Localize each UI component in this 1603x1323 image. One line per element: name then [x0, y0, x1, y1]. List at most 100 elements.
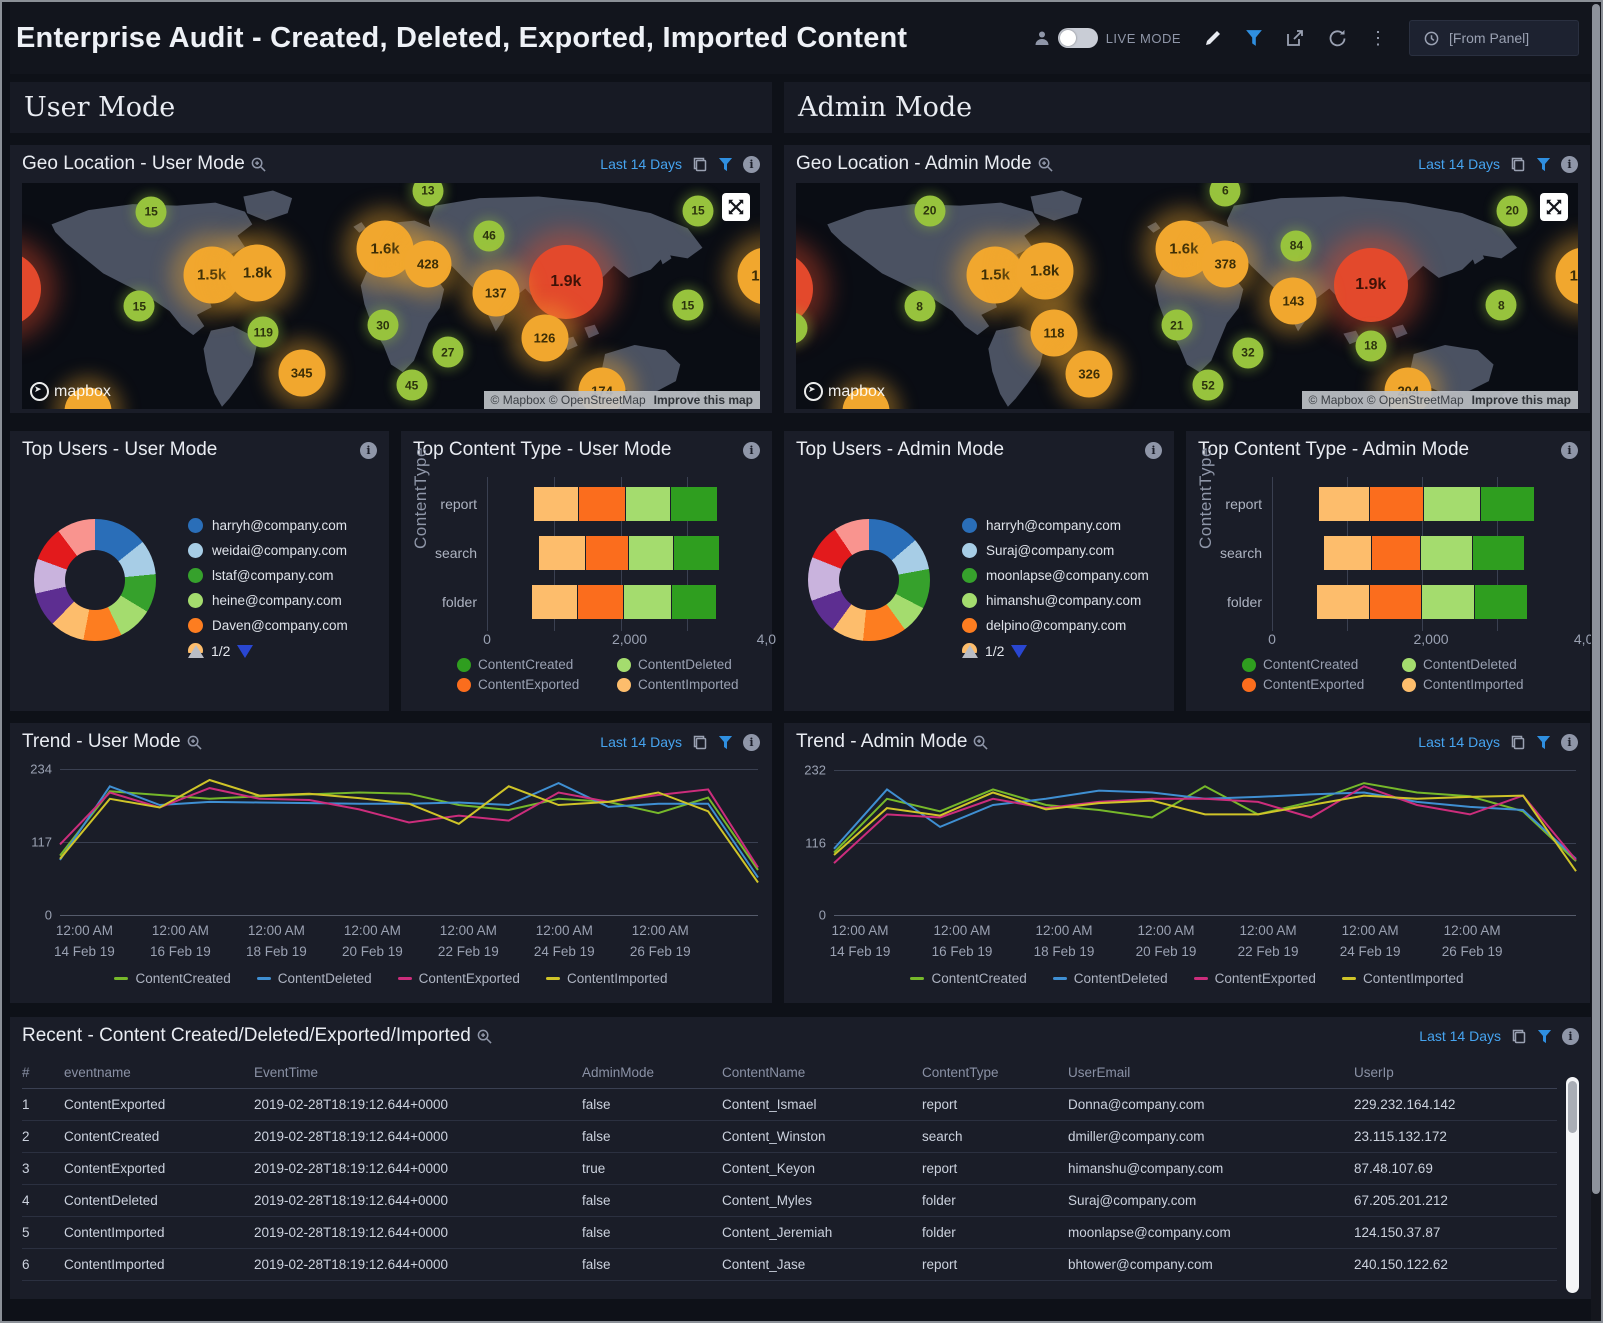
copy-icon[interactable]	[692, 734, 708, 750]
map-cluster-bubble[interactable]: 1.9k	[529, 245, 603, 319]
map-cluster-bubble[interactable]: 46	[474, 220, 505, 251]
stacked-bar-chart[interactable]: reportsearchfolder	[1272, 487, 1572, 619]
info-icon[interactable]: i	[1561, 442, 1578, 459]
map-cluster-bubble[interactable]: 30	[367, 310, 398, 341]
filter-icon[interactable]	[718, 735, 733, 750]
bar-segment-contentcreated[interactable]	[672, 585, 717, 619]
map-cluster-bubble[interactable]: 8	[1486, 290, 1517, 321]
page-scrollbar-thumb[interactable]	[1592, 4, 1600, 1194]
time-range-link[interactable]: Last 14 Days	[600, 734, 682, 750]
bar-segment-contentdeleted[interactable]	[629, 536, 674, 570]
map-cluster-bubble[interactable]: 32	[1232, 337, 1263, 368]
bar-segment-contentexported[interactable]	[578, 585, 625, 619]
bar-segment-contentimported[interactable]	[532, 585, 578, 619]
geo-map-admin[interactable]: 62020841.6k3781.5k1.8k1.9k14388211181832…	[796, 183, 1578, 409]
map-cluster-bubble[interactable]: 119	[248, 317, 279, 348]
edit-pencil-icon[interactable]	[1203, 28, 1223, 48]
filter-icon[interactable]	[1536, 157, 1551, 172]
map-cluster-bubble[interactable]: 118	[1031, 310, 1078, 357]
info-icon[interactable]: i	[743, 734, 760, 751]
time-range-link[interactable]: Last 14 Days	[1418, 734, 1500, 750]
bar-segment-contentcreated[interactable]	[1473, 536, 1525, 570]
info-icon[interactable]: i	[743, 442, 760, 459]
map-cluster-bubble[interactable]: 137	[472, 269, 519, 316]
map-cluster-bubble[interactable]: 143	[1270, 277, 1317, 324]
bar-segment-contentexported[interactable]	[1370, 585, 1422, 619]
map-cluster-bubble[interactable]: 428	[404, 240, 451, 287]
map-cluster-bubble[interactable]: 345	[278, 350, 325, 397]
bar-segment-contentdeleted[interactable]	[1422, 585, 1475, 619]
copy-icon[interactable]	[1510, 156, 1526, 172]
map-fullscreen-button[interactable]	[722, 193, 750, 221]
map-fullscreen-button[interactable]	[1540, 193, 1568, 221]
map-cluster-bubble[interactable]: 8	[904, 291, 935, 322]
map-cluster-bubble[interactable]: 1.8k	[229, 245, 286, 302]
map-cluster-bubble[interactable]: 15	[136, 196, 167, 227]
bar-segment-contentimported[interactable]	[539, 536, 586, 570]
pager-up-icon[interactable]	[188, 645, 204, 658]
time-range-link[interactable]: Last 14 Days	[1419, 1028, 1501, 1044]
map-cluster-bubble[interactable]: 15	[683, 195, 714, 226]
map-cluster-bubble[interactable]: 20	[914, 195, 945, 226]
bar-segment-contentdeleted[interactable]	[624, 585, 672, 619]
page-scrollbar[interactable]	[1591, 2, 1601, 1321]
filter-icon[interactable]	[1536, 735, 1551, 750]
map-attribution[interactable]: © Mapbox © OpenStreetMapImprove this map	[1302, 391, 1578, 409]
map-attribution[interactable]: © Mapbox © OpenStreetMapImprove this map	[484, 391, 760, 409]
trend-line-contentcreated[interactable]	[834, 783, 1576, 861]
zoom-in-icon[interactable]	[187, 735, 202, 750]
table-row[interactable]: 6ContentImported2019-02-28T18:19:12.644+…	[22, 1249, 1557, 1281]
table-row[interactable]: 3ContentExported2019-02-28T18:19:12.644+…	[22, 1153, 1557, 1185]
time-range-link[interactable]: Last 14 Days	[1418, 156, 1500, 172]
trend-line-contentdeleted[interactable]	[60, 783, 758, 877]
trend-line-contentimported[interactable]	[834, 793, 1576, 872]
info-icon[interactable]: i	[1562, 1028, 1579, 1045]
bar-segment-contentimported[interactable]	[1324, 536, 1372, 570]
time-range-input[interactable]: [From Panel]	[1409, 20, 1579, 56]
table-scrollbar-thumb[interactable]	[1568, 1081, 1577, 1133]
pager-down-icon[interactable]	[1011, 645, 1027, 658]
bar-segment-contentexported[interactable]	[1372, 536, 1420, 570]
bar-segment-contentexported[interactable]	[586, 536, 630, 570]
share-icon[interactable]	[1285, 28, 1305, 48]
table-row[interactable]: 4ContentDeleted2019-02-28T18:19:12.644+0…	[22, 1185, 1557, 1217]
map-cluster-bubble[interactable]: 378	[1202, 240, 1249, 287]
filter-icon[interactable]	[718, 157, 733, 172]
map-cluster-bubble[interactable]: 1.5k	[967, 246, 1024, 303]
table-row[interactable]: 5ContentImported2019-02-28T18:19:12.644+…	[22, 1217, 1557, 1249]
map-cluster-bubble[interactable]: 21	[1161, 310, 1192, 341]
info-icon[interactable]: i	[360, 442, 377, 459]
copy-icon[interactable]	[1510, 734, 1526, 750]
map-cluster-bubble[interactable]: 27	[432, 337, 463, 368]
map-cluster-bubble[interactable]: 45	[396, 370, 427, 401]
zoom-in-icon[interactable]	[973, 735, 988, 750]
bar-segment-contentexported[interactable]	[1370, 487, 1424, 521]
bar-segment-contentimported[interactable]	[1317, 585, 1370, 619]
table-scrollbar[interactable]	[1566, 1077, 1579, 1293]
map-cluster-bubble[interactable]: 20	[1497, 195, 1528, 226]
stacked-bar-chart[interactable]: reportsearchfolder	[487, 487, 754, 619]
pager-up-icon[interactable]	[962, 645, 978, 658]
bar-segment-contentcreated[interactable]	[674, 536, 719, 570]
geo-map-user[interactable]: 131515461.6k4281.5k1.8k1.9k1371515301191…	[22, 183, 760, 409]
map-cluster-bubble[interactable]: 15	[124, 291, 155, 322]
info-icon[interactable]: i	[1561, 156, 1578, 173]
map-cluster-bubble[interactable]: 1.9k	[1334, 248, 1408, 322]
filter-icon[interactable]	[1245, 29, 1263, 47]
refresh-icon[interactable]	[1327, 28, 1347, 48]
bar-segment-contentdeleted[interactable]	[1424, 487, 1480, 521]
table-row[interactable]: 2ContentCreated2019-02-28T18:19:12.644+0…	[22, 1121, 1557, 1153]
map-cluster-bubble[interactable]: 1.8k	[1016, 243, 1073, 300]
mapbox-logo[interactable]: mapbox	[804, 382, 885, 401]
info-icon[interactable]: i	[1145, 442, 1162, 459]
map-cluster-bubble[interactable]: 52	[1193, 370, 1224, 401]
zoom-in-icon[interactable]	[251, 157, 266, 172]
bar-segment-contentdeleted[interactable]	[626, 487, 671, 521]
mapbox-logo[interactable]: mapbox	[30, 382, 111, 401]
info-icon[interactable]: i	[743, 156, 760, 173]
info-icon[interactable]: i	[1561, 734, 1578, 751]
copy-icon[interactable]	[692, 156, 708, 172]
bar-segment-contentdeleted[interactable]	[1421, 536, 1473, 570]
bar-segment-contentcreated[interactable]	[671, 487, 718, 521]
live-mode-toggle[interactable]	[1058, 28, 1098, 48]
